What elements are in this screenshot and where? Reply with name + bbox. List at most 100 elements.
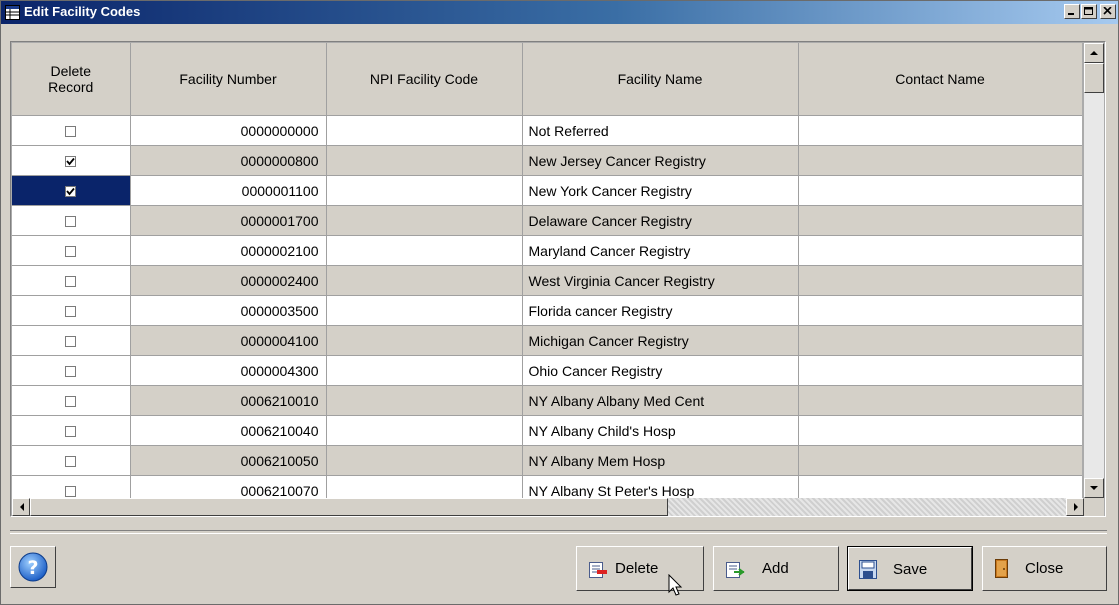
- facility-number-cell[interactable]: 0000004300: [130, 355, 327, 386]
- save-button[interactable]: Save: [847, 546, 973, 591]
- horizontal-scroll-thumb[interactable]: [30, 498, 668, 516]
- delete-record-cell[interactable]: [12, 475, 131, 498]
- delete-record-cell[interactable]: [12, 295, 131, 326]
- column-header-contact-name[interactable]: Contact Name: [798, 43, 1082, 116]
- facility-number-cell[interactable]: 0006210050: [130, 445, 327, 476]
- help-button[interactable]: ?: [10, 546, 56, 588]
- delete-record-checkbox[interactable]: [65, 456, 77, 468]
- delete-record-cell[interactable]: [12, 385, 131, 416]
- delete-record-checkbox[interactable]: [65, 126, 77, 138]
- column-header-facility-name[interactable]: Facility Name: [522, 43, 799, 116]
- scroll-down-button[interactable]: [1084, 478, 1104, 498]
- maximize-button[interactable]: [1081, 4, 1097, 19]
- table-row[interactable]: 0000002100 Maryland Cancer Registry: [12, 235, 1082, 266]
- column-header-facility-number[interactable]: Facility Number: [130, 43, 327, 116]
- delete-button[interactable]: Delete: [576, 546, 704, 591]
- column-header-delete-record[interactable]: Delete Record: [12, 43, 131, 116]
- facility-number-cell[interactable]: 0006210070: [130, 475, 327, 498]
- table-row[interactable]: 0000004100 Michigan Cancer Registry: [12, 325, 1082, 356]
- table-row[interactable]: 0000001700 Delaware Cancer Registry: [12, 205, 1082, 236]
- facility-name-cell[interactable]: Ohio Cancer Registry: [522, 355, 799, 386]
- facility-number-cell[interactable]: 0000001100: [130, 175, 327, 206]
- delete-record-checkbox[interactable]: [65, 156, 77, 168]
- facility-name-cell[interactable]: NY Albany Albany Med Cent: [522, 385, 799, 416]
- delete-record-checkbox[interactable]: [65, 186, 77, 198]
- add-button[interactable]: Add: [713, 546, 839, 591]
- delete-record-cell[interactable]: [12, 265, 131, 296]
- facility-name-cell[interactable]: New York Cancer Registry: [522, 175, 799, 206]
- npi-facility-code-cell[interactable]: [326, 115, 523, 146]
- contact-name-cell[interactable]: [798, 325, 1082, 356]
- delete-record-cell[interactable]: [12, 355, 131, 386]
- facility-name-cell[interactable]: New Jersey Cancer Registry: [522, 145, 799, 176]
- facility-number-cell[interactable]: 0006210010: [130, 385, 327, 416]
- table-row[interactable]: 0006210070 NY Albany St Peter's Hosp: [12, 475, 1082, 498]
- facility-number-cell[interactable]: 0000002400: [130, 265, 327, 296]
- contact-name-cell[interactable]: [798, 475, 1082, 498]
- close-button[interactable]: Close: [982, 546, 1107, 591]
- table-row[interactable]: 0006210050 NY Albany Mem Hosp: [12, 445, 1082, 476]
- vertical-scroll-thumb[interactable]: [1084, 63, 1104, 93]
- facility-number-cell[interactable]: 0006210040: [130, 415, 327, 446]
- table-row[interactable]: 0000004300 Ohio Cancer Registry: [12, 355, 1082, 386]
- table-row[interactable]: 0000003500 Florida cancer Registry: [12, 295, 1082, 326]
- contact-name-cell[interactable]: [798, 445, 1082, 476]
- delete-record-cell[interactable]: [12, 325, 131, 356]
- contact-name-cell[interactable]: [798, 145, 1082, 176]
- facility-number-cell[interactable]: 0000004100: [130, 325, 327, 356]
- npi-facility-code-cell[interactable]: [326, 235, 523, 266]
- delete-record-checkbox[interactable]: [65, 336, 77, 348]
- npi-facility-code-cell[interactable]: [326, 355, 523, 386]
- npi-facility-code-cell[interactable]: [326, 205, 523, 236]
- delete-record-checkbox[interactable]: [65, 486, 77, 498]
- delete-record-cell[interactable]: [12, 415, 131, 446]
- npi-facility-code-cell[interactable]: [326, 445, 523, 476]
- delete-record-cell[interactable]: [12, 205, 131, 236]
- facility-number-cell[interactable]: 0000000800: [130, 145, 327, 176]
- table-row[interactable]: 0000000000 Not Referred: [12, 115, 1082, 146]
- facility-number-cell[interactable]: 0000000000: [130, 115, 327, 146]
- contact-name-cell[interactable]: [798, 385, 1082, 416]
- table-row[interactable]: 0006210010 NY Albany Albany Med Cent: [12, 385, 1082, 416]
- contact-name-cell[interactable]: [798, 295, 1082, 326]
- delete-record-cell[interactable]: [12, 175, 131, 206]
- delete-record-cell[interactable]: [12, 145, 131, 176]
- delete-record-cell[interactable]: [12, 115, 131, 146]
- npi-facility-code-cell[interactable]: [326, 325, 523, 356]
- facility-name-cell[interactable]: NY Albany St Peter's Hosp: [522, 475, 799, 498]
- contact-name-cell[interactable]: [798, 175, 1082, 206]
- table-row[interactable]: 0000000800 New Jersey Cancer Registry: [12, 145, 1082, 176]
- facility-name-cell[interactable]: Florida cancer Registry: [522, 295, 799, 326]
- delete-record-checkbox[interactable]: [65, 396, 77, 408]
- table-row[interactable]: 0000002400 West Virginia Cancer Registry: [12, 265, 1082, 296]
- contact-name-cell[interactable]: [798, 265, 1082, 296]
- scroll-left-button[interactable]: [12, 498, 30, 516]
- table-row[interactable]: 0000001100 New York Cancer Registry: [12, 175, 1082, 206]
- npi-facility-code-cell[interactable]: [326, 385, 523, 416]
- delete-record-checkbox[interactable]: [65, 306, 77, 318]
- npi-facility-code-cell[interactable]: [326, 415, 523, 446]
- npi-facility-code-cell[interactable]: [326, 145, 523, 176]
- contact-name-cell[interactable]: [798, 415, 1082, 446]
- delete-record-checkbox[interactable]: [65, 216, 77, 228]
- delete-record-cell[interactable]: [12, 235, 131, 266]
- delete-record-checkbox[interactable]: [65, 426, 77, 438]
- facility-number-cell[interactable]: 0000003500: [130, 295, 327, 326]
- facility-name-cell[interactable]: West Virginia Cancer Registry: [522, 265, 799, 296]
- minimize-button[interactable]: [1064, 4, 1080, 19]
- facility-number-cell[interactable]: 0000002100: [130, 235, 327, 266]
- contact-name-cell[interactable]: [798, 205, 1082, 236]
- horizontal-scrollbar[interactable]: [12, 498, 1084, 516]
- facility-name-cell[interactable]: Maryland Cancer Registry: [522, 235, 799, 266]
- contact-name-cell[interactable]: [798, 355, 1082, 386]
- delete-record-cell[interactable]: [12, 445, 131, 476]
- facility-name-cell[interactable]: Michigan Cancer Registry: [522, 325, 799, 356]
- facility-name-cell[interactable]: NY Albany Mem Hosp: [522, 445, 799, 476]
- scroll-up-button[interactable]: [1084, 43, 1104, 63]
- contact-name-cell[interactable]: [798, 115, 1082, 146]
- delete-record-checkbox[interactable]: [65, 276, 77, 288]
- table-row[interactable]: 0006210040 NY Albany Child's Hosp: [12, 415, 1082, 446]
- facility-name-cell[interactable]: Not Referred: [522, 115, 799, 146]
- npi-facility-code-cell[interactable]: [326, 475, 523, 498]
- close-window-button[interactable]: [1100, 4, 1116, 19]
